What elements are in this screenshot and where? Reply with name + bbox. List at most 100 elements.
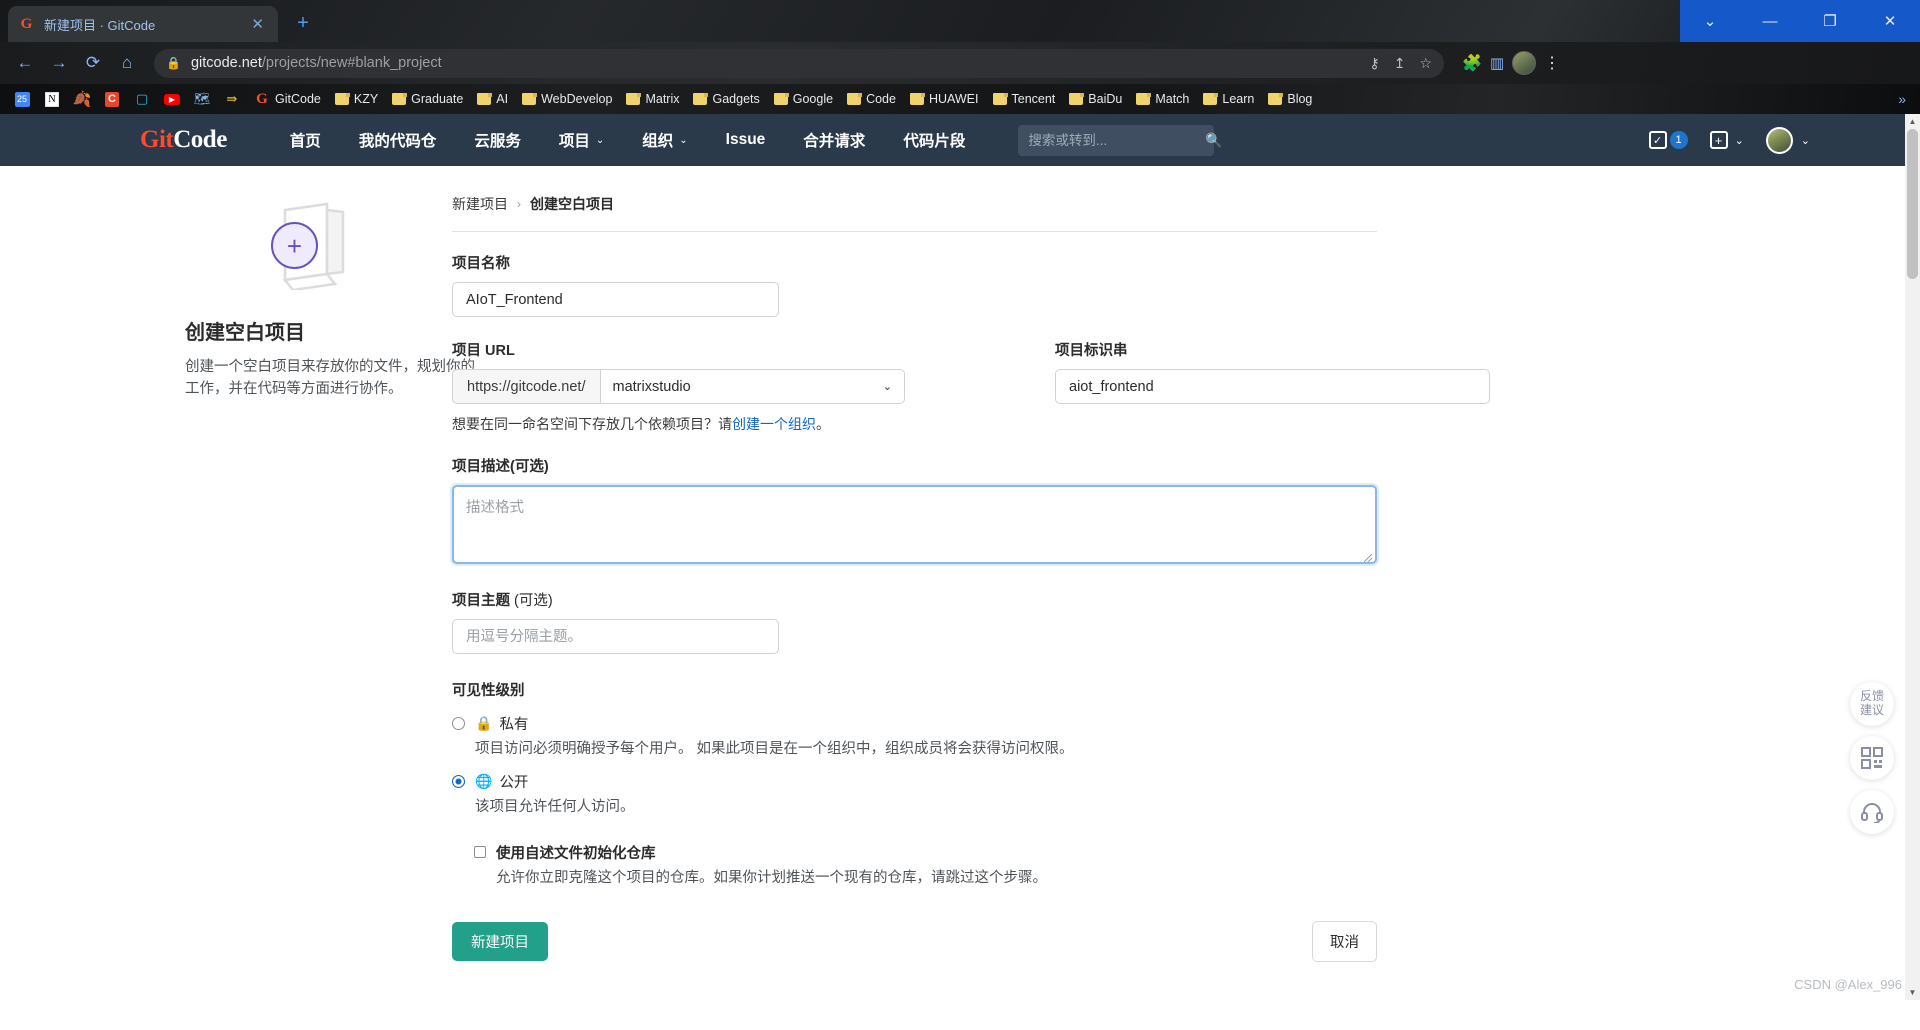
project-name-input[interactable] bbox=[452, 282, 779, 317]
bookmark-item-kzy[interactable]: KZY bbox=[329, 90, 384, 108]
bookmark-item[interactable]: ▢ bbox=[128, 89, 156, 109]
nav-item-0[interactable]: 首页 bbox=[271, 129, 340, 151]
hint-suffix: 。 bbox=[816, 416, 830, 432]
scrollbar-thumb[interactable] bbox=[1907, 129, 1918, 279]
browser-window: G 新建项目 · GitCode ✕ + ⌄ — ❐ ✕ ← → ⟳ ⌂ 🔒 g… bbox=[0, 0, 1920, 1030]
bookmark-item[interactable]: ⇛ bbox=[218, 89, 246, 109]
bookmark-star-icon[interactable]: ☆ bbox=[1419, 55, 1432, 72]
create-project-button[interactable]: 新建项目 bbox=[452, 922, 548, 961]
bookmark-item[interactable]: 25 bbox=[8, 89, 36, 109]
bookmarks-overflow-icon[interactable]: » bbox=[1898, 91, 1912, 107]
nav-item-label: Issue bbox=[725, 131, 766, 148]
side-panel-icon[interactable]: ▥ bbox=[1490, 54, 1504, 72]
project-slug-input[interactable] bbox=[1055, 369, 1490, 404]
bookmark-item[interactable]: 🍂 bbox=[68, 89, 96, 109]
cancel-button[interactable]: 取消 bbox=[1312, 921, 1377, 962]
scroll-down-arrow-icon[interactable]: ▼ bbox=[1905, 985, 1920, 1000]
support-widget[interactable] bbox=[1850, 790, 1894, 834]
bookmark-item-gitcode[interactable]: G GitCode bbox=[248, 89, 327, 109]
nav-item-1[interactable]: 我的代码仓 bbox=[340, 129, 456, 151]
user-avatar bbox=[1765, 126, 1793, 154]
yellow-curve-icon: ⇛ bbox=[226, 91, 238, 106]
bookmark-item-baidu[interactable]: BaiDu bbox=[1063, 90, 1128, 108]
radio-public[interactable] bbox=[452, 775, 465, 788]
radio-private[interactable] bbox=[452, 717, 465, 730]
search-input[interactable] bbox=[1028, 132, 1206, 148]
bookmark-item[interactable]: 🗺 bbox=[188, 89, 216, 109]
bookmark-item[interactable]: N bbox=[38, 89, 66, 109]
home-icon[interactable]: ⌂ bbox=[112, 48, 142, 78]
search-icon[interactable]: 🔍 bbox=[1205, 132, 1222, 149]
bookmark-item-google[interactable]: Google bbox=[768, 90, 839, 108]
restore-down-button[interactable]: ⌄ bbox=[1680, 0, 1740, 42]
user-menu[interactable]: ⌄ bbox=[1765, 126, 1810, 154]
page-scrollbar[interactable]: ▲ ▼ bbox=[1905, 114, 1920, 1000]
bookmark-item[interactable]: C bbox=[98, 89, 126, 109]
browser-tab[interactable]: G 新建项目 · GitCode ✕ bbox=[8, 6, 278, 42]
create-group-link[interactable]: 创建一个组织 bbox=[732, 416, 816, 432]
intro-title: 创建空白项目 bbox=[185, 322, 305, 344]
bookmark-item-code[interactable]: Code bbox=[841, 90, 902, 108]
visibility-option-private[interactable]: 🔒 私有 项目访问必须明确授予每个用户。 如果此项目是在一个组织中，组织成员将会… bbox=[452, 713, 1580, 758]
forward-icon[interactable]: → bbox=[44, 48, 74, 78]
new-project-form: 新建项目 › 创建空白项目 项目名称 项目 URL https://gitcod… bbox=[400, 194, 1580, 962]
password-key-icon[interactable]: ⚷ bbox=[1369, 55, 1379, 72]
chrome-profile-avatar[interactable] bbox=[1512, 51, 1537, 75]
nav-item-5[interactable]: Issue bbox=[707, 131, 785, 149]
bookmark-item-match[interactable]: Match bbox=[1130, 90, 1195, 108]
readme-option[interactable]: 使用自述文件初始化仓库 允许你立即克隆这个项目的仓库。如果你计划推送一个现有的仓… bbox=[474, 842, 1580, 887]
bookmark-item-tencent[interactable]: Tencent bbox=[987, 90, 1062, 108]
url-host: gitcode.net bbox=[190, 55, 262, 71]
site-search[interactable]: 🔍 bbox=[1018, 124, 1223, 156]
bookmark-item-graduate[interactable]: Graduate bbox=[386, 90, 469, 108]
project-topics-input[interactable] bbox=[452, 619, 779, 654]
breadcrumb-parent[interactable]: 新建项目 bbox=[452, 194, 508, 214]
nav-item-7[interactable]: 代码片段 bbox=[884, 129, 984, 151]
folder-icon bbox=[1136, 93, 1152, 105]
qrcode-icon bbox=[1861, 747, 1883, 769]
nav-item-4[interactable]: 组织 ⌄ bbox=[623, 129, 706, 151]
bookmark-item-webdevelop[interactable]: WebDevelop bbox=[516, 90, 618, 108]
gitcode-logo[interactable]: GitCode bbox=[140, 126, 227, 154]
description-wrapper bbox=[450, 483, 1379, 569]
nav-item-2[interactable]: 云服务 bbox=[455, 129, 540, 151]
folder-icon bbox=[773, 93, 789, 105]
close-tab-icon[interactable]: ✕ bbox=[247, 17, 268, 32]
visibility-option-public[interactable]: 🌐 公开 该项目允许任何人访问。 bbox=[452, 771, 1580, 816]
chrome-menu-icon[interactable]: ⋮ bbox=[1544, 53, 1561, 73]
nav-item-3[interactable]: 项目 ⌄ bbox=[540, 129, 623, 151]
address-bar[interactable]: 🔒 gitcode.net/projects/new#blank_project… bbox=[154, 48, 1444, 78]
feedback-widget[interactable]: 反馈 建议 bbox=[1850, 682, 1894, 726]
bookmark-item-learn[interactable]: Learn bbox=[1197, 90, 1260, 108]
bookmarks-bar: 25 N 🍂 C ▢ ▶ 🗺 ⇛ G GitCode KZY Graduate AI WebDevelop… bbox=[0, 84, 1920, 114]
extensions-icon[interactable]: 🧩 bbox=[1462, 53, 1482, 73]
qrcode-widget[interactable] bbox=[1850, 736, 1894, 780]
breadcrumb: 新建项目 › 创建空白项目 bbox=[452, 194, 1580, 214]
namespace-select[interactable]: matrixstudio ⌄ bbox=[599, 369, 905, 404]
project-description-textarea[interactable] bbox=[450, 483, 1379, 566]
close-window-button[interactable]: ✕ bbox=[1860, 0, 1920, 42]
folder-icon bbox=[626, 93, 642, 105]
nav-item-label: 代码片段 bbox=[903, 133, 966, 150]
readme-checkbox[interactable] bbox=[474, 846, 486, 858]
bookmark-item-huawei[interactable]: HUAWEI bbox=[904, 90, 985, 108]
maximize-button[interactable]: ❐ bbox=[1800, 0, 1860, 42]
watermark: CSDN @Alex_996 bbox=[1794, 977, 1902, 992]
bookmark-item-gadgets[interactable]: Gadgets bbox=[687, 90, 765, 108]
scroll-up-arrow-icon[interactable]: ▲ bbox=[1905, 114, 1920, 129]
share-icon[interactable]: ↥ bbox=[1394, 55, 1406, 72]
new-tab-button[interactable]: + bbox=[290, 10, 316, 36]
bookmark-item-blog[interactable]: Blog bbox=[1262, 90, 1318, 108]
minimize-button[interactable]: — bbox=[1740, 0, 1800, 42]
todo-indicator[interactable]: ✓ 1 bbox=[1648, 131, 1688, 149]
reload-icon[interactable]: ⟳ bbox=[78, 48, 108, 78]
nav-item-label: 云服务 bbox=[474, 133, 521, 150]
blank-project-intro: + 创建空白项目 创建一个空白项目来存放你的文件，规划你的工作，并在代码等方面进… bbox=[0, 194, 475, 962]
bookmark-item-matrix[interactable]: Matrix bbox=[620, 90, 685, 108]
bookmark-item-ai[interactable]: AI bbox=[471, 90, 514, 108]
back-icon[interactable]: ← bbox=[10, 48, 40, 78]
bookmark-item[interactable]: ▶ bbox=[158, 89, 186, 109]
nav-item-6[interactable]: 合并请求 bbox=[784, 129, 884, 151]
create-new-menu[interactable]: + ⌄ bbox=[1709, 131, 1744, 149]
bookmark-label: Gadgets bbox=[712, 92, 760, 106]
